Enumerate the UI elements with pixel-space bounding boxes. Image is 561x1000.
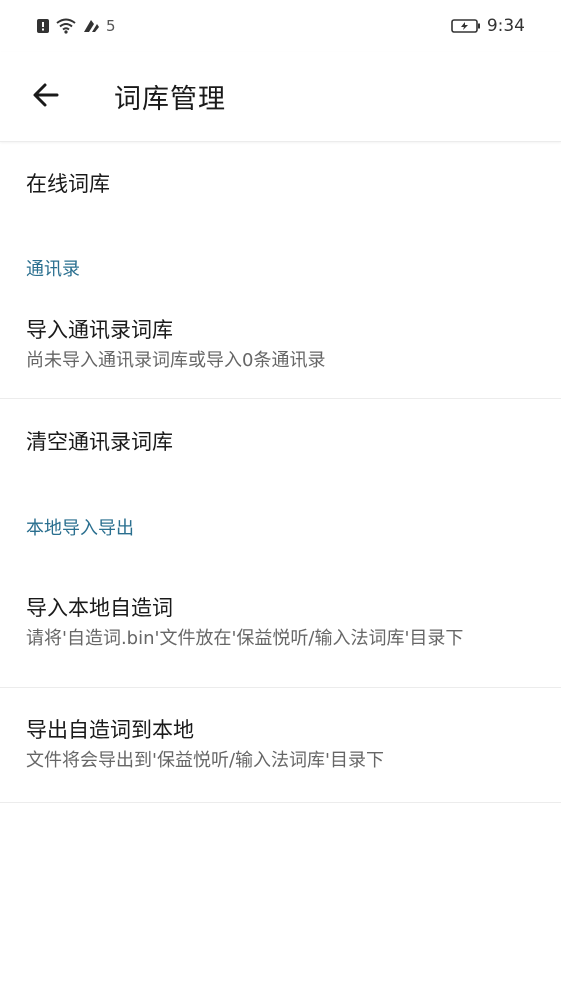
status-time: 9:34 xyxy=(486,16,525,36)
notification-icon xyxy=(36,18,50,34)
status-left-group: 5 xyxy=(36,17,116,35)
signal-icon xyxy=(82,18,100,34)
contacts-section-header: 通讯录 xyxy=(26,259,80,280)
import-contacts-title: 导入通讯录词库 xyxy=(26,318,173,342)
page-title: 词库管理 xyxy=(114,84,226,115)
local-section-header: 本地导入导出 xyxy=(26,518,134,539)
app-bar: 词库管理 xyxy=(0,52,561,142)
import-contacts-item[interactable]: 导入通讯录词库 尚未导入通讯录词库或导入0条通讯录 xyxy=(0,306,561,398)
online-dictionary-title: 在线词库 xyxy=(26,172,110,196)
divider xyxy=(0,802,561,803)
export-local-words-title: 导出自造词到本地 xyxy=(26,718,194,742)
battery-charging-icon xyxy=(451,18,481,34)
import-local-words-title: 导入本地自造词 xyxy=(26,596,173,620)
export-local-words-item[interactable]: 导出自造词到本地 文件将会导出到'保益悦听/输入法词库'目录下 xyxy=(0,688,561,802)
import-contacts-summary: 尚未导入通讯录词库或导入0条通讯录 xyxy=(26,350,326,371)
export-local-words-summary: 文件将会导出到'保益悦听/输入法词库'目录下 xyxy=(26,750,384,771)
preference-list: 在线词库 通讯录 导入通讯录词库 尚未导入通讯录词库或导入0条通讯录 清空通讯录… xyxy=(0,142,561,803)
clear-contacts-item[interactable]: 清空通讯录词库 xyxy=(0,399,561,485)
wifi-icon xyxy=(56,18,76,34)
status-right-group: 9:34 xyxy=(451,16,525,36)
import-local-words-summary: 请将'自造词.bin'文件放在'保益悦听/输入法词库'目录下 xyxy=(26,628,464,649)
sim-number: 5 xyxy=(106,17,116,35)
import-local-words-item[interactable]: 导入本地自造词 请将'自造词.bin'文件放在'保益悦听/输入法词库'目录下 xyxy=(0,569,561,687)
status-bar: 5 9:34 xyxy=(0,0,561,52)
clear-contacts-title: 清空通讯录词库 xyxy=(26,430,173,454)
arrow-left-icon xyxy=(31,80,61,114)
online-dictionary-item[interactable]: 在线词库 xyxy=(0,142,561,226)
back-button[interactable] xyxy=(24,75,68,119)
